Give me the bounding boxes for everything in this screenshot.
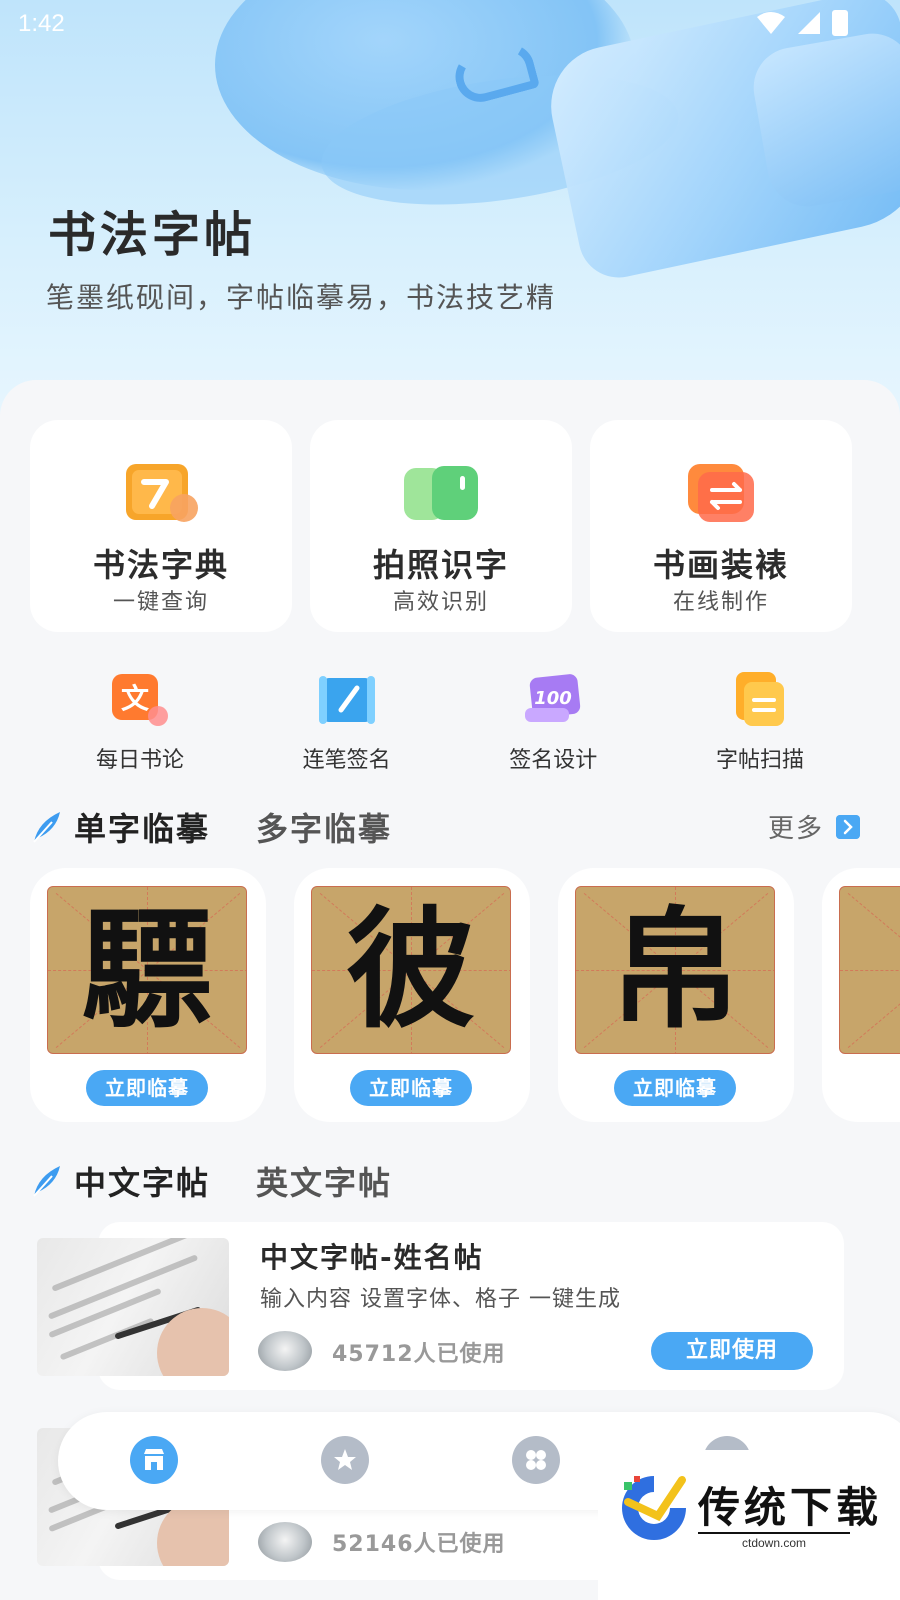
dictionary-icon [126,464,198,522]
feature-card-photo-ocr[interactable]: 拍照识字 高效识别 [310,420,572,632]
watermark-logo: 传统下载 ctdown.com [598,1450,900,1600]
feature-row: 书法字典 一键查询 拍照识字 高效识别 书画装裱 在线制作 [30,420,852,632]
app-screen: 1:42 书法字帖 笔墨纸砚间，字帖临摹易，书法技艺精 书法字典 一键查询 拍照… [0,0,900,1600]
feature-subtitle: 一键查询 [112,590,209,615]
quick-tools-row: 文 每日书论 连笔签名 100 签名设计 字帖扫描 [40,670,860,780]
status-icons [756,10,848,36]
feature-subtitle: 高效识别 [392,590,489,615]
more-link[interactable]: 更多 [768,808,860,845]
ctdown-logo-icon [622,1476,686,1540]
quick-tool-daily-essay[interactable]: 文 每日书论 [40,670,240,780]
frame-swap-icon [688,464,754,522]
star-icon [321,1436,369,1484]
watermark-url: ctdown.com [698,1532,850,1550]
char-grid-image [839,886,900,1054]
camera-book-icon [404,466,478,520]
usage-count: 45712人已使用 [332,1342,506,1367]
home-store-icon [130,1436,178,1484]
page-subtitle: 笔墨纸砚间，字帖临摹易，书法技艺精 [46,281,557,314]
doc-scan-icon [735,672,784,726]
feature-subtitle: 在线制作 [672,590,769,615]
feather-icon [33,1166,60,1197]
quick-tool-copybook-scan[interactable]: 字帖扫描 [660,670,860,780]
copybook-title: 中文字帖-姓名帖 [260,1241,484,1274]
quick-tool-label: 签名设计 [509,748,598,773]
quick-tool-label: 每日书论 [95,748,184,773]
quick-tool-signature-design[interactable]: 100 签名设计 [453,670,653,780]
nav-favorites[interactable] [321,1436,369,1484]
nav-apps[interactable] [512,1436,560,1484]
practice-now-button[interactable]: 立即临摹 [86,1070,208,1106]
quick-tool-cursive-signature[interactable]: 连笔签名 [247,670,447,780]
practice-now-button[interactable]: 立即临摹 [614,1070,736,1106]
signal-icon [798,12,820,34]
char-card-partial[interactable] [822,868,900,1122]
quick-tool-label: 连笔签名 [302,748,391,773]
char-practice-carousel[interactable]: 驃 立即临摹 彼 立即临摹 帛 立即临摹 [30,868,900,1122]
char-grid-image: 驃 [47,886,247,1054]
char-grid-image: 帛 [575,886,775,1054]
char-grid-image: 彼 [311,886,511,1054]
svg-text:文: 文 [121,682,149,715]
status-time: 1:42 [18,10,65,37]
copybook-description: 输入内容 设置字体、格子 一键生成 [260,1287,621,1312]
feather-icon [33,812,60,843]
practice-section-header: 单字临摹 多字临摹 更多 [30,802,860,852]
usage-count: 52146人已使用 [332,1532,506,1557]
chevron-right-icon [836,814,860,839]
feature-card-mounting[interactable]: 书画装裱 在线制作 [590,420,852,632]
calligraphy-char: 帛 [609,893,740,1046]
more-label: 更多 [767,814,824,844]
hundred-icon: 100 [525,674,581,722]
nav-home[interactable] [130,1436,178,1484]
avatar [258,1331,312,1371]
char-card[interactable]: 彼 立即临摹 [294,868,530,1122]
use-now-button[interactable]: 立即使用 [651,1332,813,1370]
brush-icon [318,676,375,724]
tab-english-copybook[interactable]: 英文字帖 [256,1158,392,1204]
page-title: 书法字帖 [48,207,257,263]
avatar [258,1522,312,1562]
feature-title: 书画装裱 [652,546,789,584]
status-bar: 1:42 [0,0,900,48]
hero-banner: 1:42 书法字帖 笔墨纸砚间，字帖临摹易，书法技艺精 [0,0,900,420]
quick-tool-label: 字帖扫描 [715,748,804,773]
wifi-icon [757,12,785,34]
tab-multi-char[interactable]: 多字临摹 [256,804,392,850]
wen-icon: 文 [112,674,168,726]
copybook-section-header: 中文字帖 英文字帖 [30,1156,860,1206]
tab-chinese-copybook[interactable]: 中文字帖 [74,1158,210,1204]
apps-grid-icon [512,1436,560,1484]
battery-icon [832,10,848,36]
watermark-text: 传统下载 [698,1483,883,1532]
calligraphy-char: 驃 [81,893,212,1046]
feature-title: 拍照识字 [372,546,509,584]
svg-text:100: 100 [535,688,573,709]
calligraphy-char: 彼 [345,893,476,1046]
feature-card-dictionary[interactable]: 书法字典 一键查询 [30,420,292,632]
tab-single-char[interactable]: 单字临摹 [74,804,210,850]
practice-now-button[interactable]: 立即临摹 [350,1070,472,1106]
char-card[interactable]: 帛 立即临摹 [558,868,794,1122]
feature-title: 书法字典 [92,546,229,584]
copybook-thumbnail [37,1238,229,1376]
char-card[interactable]: 驃 立即临摹 [30,868,266,1122]
